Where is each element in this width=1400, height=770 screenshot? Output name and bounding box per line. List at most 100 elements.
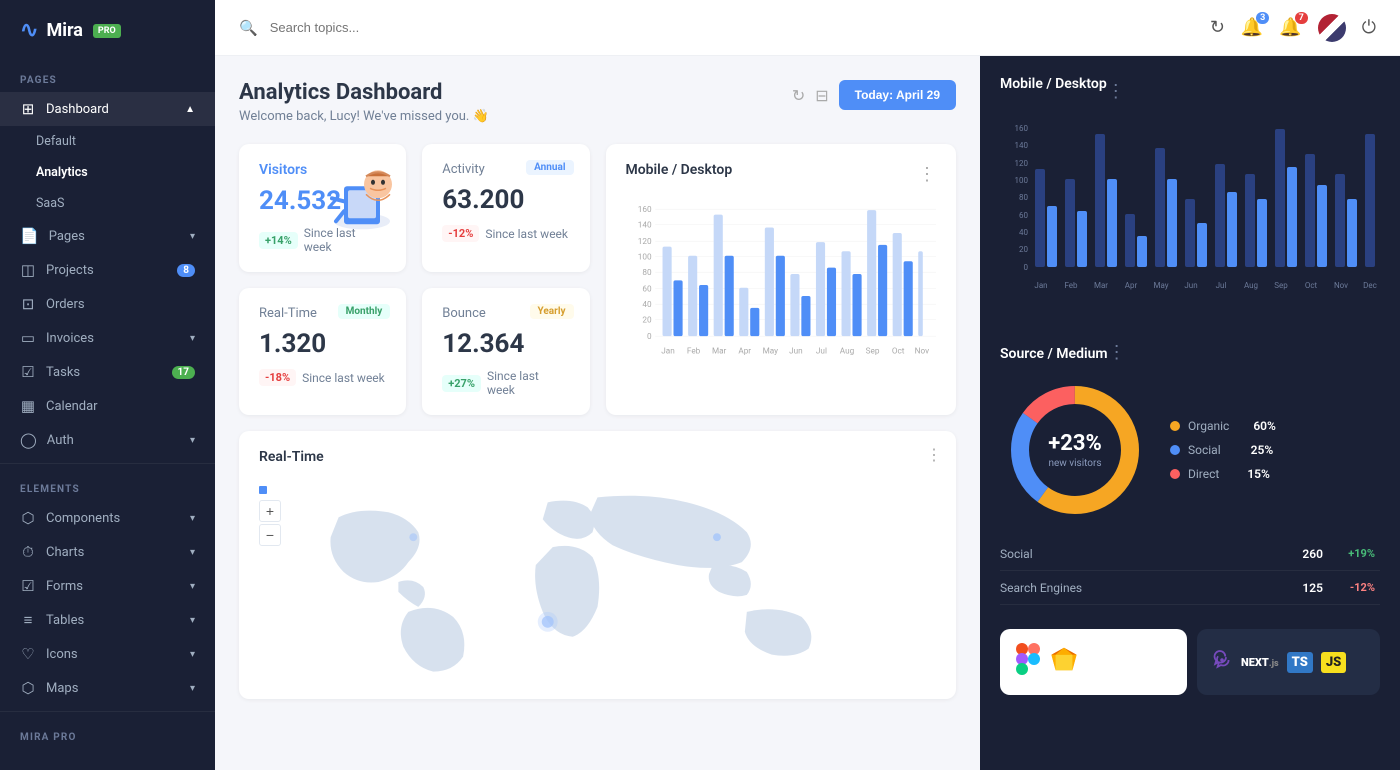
sidebar-item-invoices[interactable]: ▭ Invoices ▾: [0, 321, 215, 355]
sketch-icon: [1050, 646, 1078, 679]
svg-text:Jun: Jun: [1184, 281, 1197, 290]
svg-text:0: 0: [1024, 263, 1029, 272]
donut-wrap: +23% new visitors Organic 60%: [1000, 375, 1380, 525]
sidebar-item-dashboard[interactable]: ⊞ Dashboard ▲: [0, 92, 215, 126]
notifications-button[interactable]: 🔔 3: [1241, 17, 1263, 38]
sidebar-item-charts[interactable]: ⏱ Charts ▾: [0, 535, 215, 569]
chevron-icon: ▾: [190, 581, 195, 592]
activity-value: 63.200: [442, 185, 569, 215]
donut-legend: Organic 60% Social 25% Direct 15%: [1170, 419, 1276, 481]
map-more-button[interactable]: ⋮: [926, 445, 942, 464]
realtime-badge: Monthly: [338, 304, 391, 319]
map-title: Real-Time: [259, 449, 324, 465]
sidebar-item-tasks[interactable]: ☑ Tasks 17: [0, 355, 215, 389]
svg-text:100: 100: [637, 252, 651, 262]
refresh-button[interactable]: ↻: [1210, 17, 1225, 38]
chart-title: Mobile / Desktop: [626, 162, 733, 178]
page-header: Analytics Dashboard Welcome back, Lucy! …: [239, 80, 956, 124]
redux-icon: [1211, 649, 1233, 676]
svg-text:120: 120: [637, 237, 651, 247]
stat-card-activity: Activity Annual 63.200 -12% Since last w…: [422, 144, 589, 272]
bar-chart-svg: 160 140 120 100 80 60 40 20 0: [626, 190, 937, 380]
components-icon: ⬡: [20, 509, 36, 527]
dashboard-label: Dashboard: [46, 102, 109, 117]
legend-value-social: 25%: [1251, 443, 1274, 457]
topbar: 🔍 ↻ 🔔 3 🔔 7 ⏻: [215, 0, 1400, 56]
projects-badge: 8: [177, 264, 195, 277]
source-change-social: +19%: [1335, 545, 1380, 562]
donut-label: new visitors: [1048, 458, 1102, 469]
chevron-icon: ▾: [190, 649, 195, 660]
svg-text:Nov: Nov: [1334, 281, 1348, 290]
source-name-social: Social: [1000, 547, 1271, 561]
svg-text:Aug: Aug: [839, 346, 854, 356]
sidebar-item-orders[interactable]: ⊡ Orders: [0, 287, 215, 321]
activity-change: -12%: [442, 225, 479, 242]
bounce-change: +27%: [442, 375, 481, 392]
maps-icon: ⬡: [20, 679, 36, 697]
realtime-footer: -18% Since last week: [259, 369, 386, 386]
sidebar-item-saas[interactable]: SaaS: [0, 188, 215, 219]
dark-chart-title: Mobile / Desktop: [1000, 76, 1107, 92]
source-title: Source / Medium: [1000, 346, 1108, 362]
sidebar-item-calendar[interactable]: ▦ Calendar: [0, 389, 215, 423]
svg-text:May: May: [762, 346, 778, 356]
source-rows: Social 260 +19% Search Engines 125 -12%: [1000, 537, 1380, 605]
filter-icon[interactable]: ⊟: [815, 86, 828, 105]
language-flag[interactable]: [1318, 14, 1346, 42]
alerts-button[interactable]: 🔔 7: [1279, 17, 1301, 38]
dark-chart-more[interactable]: ⋮: [1107, 81, 1125, 102]
forms-icon: ☑: [20, 577, 36, 595]
dashboard-icon: ⊞: [20, 100, 36, 118]
legend-dot-direct: [1170, 469, 1180, 479]
chart-more-button[interactable]: ⋮: [918, 164, 936, 185]
pages-label: Pages: [49, 229, 85, 244]
source-more[interactable]: ⋮: [1108, 342, 1126, 363]
refresh-icon[interactable]: ↻: [792, 86, 805, 105]
svg-text:Oct: Oct: [1305, 281, 1318, 290]
auth-label: Auth: [47, 433, 74, 448]
svg-text:0: 0: [646, 332, 651, 342]
svg-text:Feb: Feb: [1064, 281, 1078, 290]
source-value-social: 260: [1283, 547, 1323, 561]
sidebar-item-analytics[interactable]: Analytics: [0, 157, 215, 188]
sidebar-item-forms[interactable]: ☑ Forms ▾: [0, 569, 215, 603]
svg-text:20: 20: [642, 315, 652, 325]
sidebar-item-tables[interactable]: ≡ Tables ▾: [0, 603, 215, 637]
today-button[interactable]: Today: April 29: [839, 80, 956, 110]
pages-icon: 📄: [20, 227, 39, 245]
header-actions: ↻ ⊟ Today: April 29: [792, 80, 956, 110]
charts-icon: ⏱: [20, 543, 36, 561]
search-input[interactable]: [270, 20, 1198, 35]
sidebar-item-components[interactable]: ⬡ Components ▾: [0, 501, 215, 535]
sidebar-item-maps[interactable]: ⬡ Maps ▾: [0, 671, 215, 705]
svg-text:Feb: Feb: [686, 346, 700, 356]
components-label: Components: [46, 511, 120, 526]
power-button[interactable]: ⏻: [1362, 17, 1376, 38]
realtime-change: -18%: [259, 369, 296, 386]
sidebar-item-default[interactable]: Default: [0, 126, 215, 157]
tables-icon: ≡: [20, 611, 36, 629]
legend-social: Social 25%: [1170, 443, 1276, 457]
sidebar-item-auth[interactable]: ◯ Auth ▾: [0, 423, 215, 457]
svg-text:Sep: Sep: [1274, 281, 1288, 290]
svg-text:Mar: Mar: [1094, 281, 1108, 290]
projects-icon: ◫: [20, 261, 36, 279]
legend-dot-organic: [1170, 421, 1180, 431]
maps-label: Maps: [46, 681, 78, 696]
topbar-actions: ↻ 🔔 3 🔔 7 ⏻: [1210, 14, 1376, 42]
left-panel: Analytics Dashboard Welcome back, Lucy! …: [215, 56, 980, 770]
svg-text:100: 100: [1015, 176, 1029, 185]
sidebar-item-icons[interactable]: ♡ Icons ▾: [0, 637, 215, 671]
svg-text:Sep: Sep: [865, 346, 879, 356]
sidebar-item-projects[interactable]: ◫ Projects 8: [0, 253, 215, 287]
svg-text:Dec: Dec: [1363, 281, 1377, 290]
analytics-label: Analytics: [36, 165, 88, 180]
svg-text:160: 160: [637, 205, 651, 215]
sidebar-item-pages[interactable]: 📄 Pages ▾: [0, 219, 215, 253]
donut-pct: +23%: [1048, 431, 1102, 456]
svg-text:Mar: Mar: [711, 346, 726, 356]
section-pages: PAGES: [0, 61, 215, 92]
svg-text:Jul: Jul: [815, 346, 826, 356]
chevron-icon: ▲: [185, 104, 195, 115]
